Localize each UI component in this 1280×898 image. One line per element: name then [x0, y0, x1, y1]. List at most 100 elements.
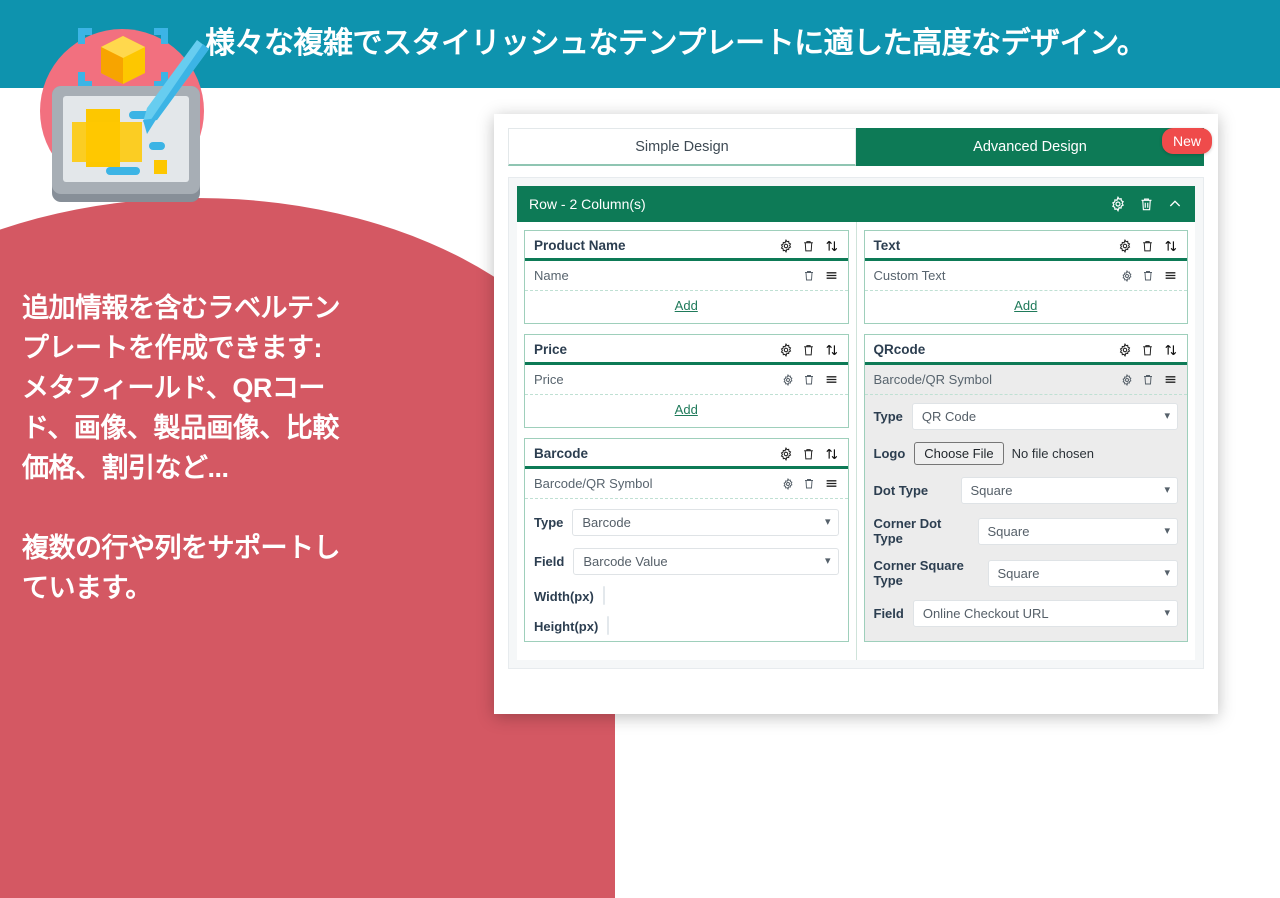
trash-icon[interactable]	[802, 343, 815, 357]
form-row-dot-type: Dot Type Square ▾	[865, 471, 1188, 510]
choose-file-button[interactable]: Choose File	[914, 442, 1004, 465]
drag-handle-icon[interactable]	[824, 477, 839, 490]
select-value: Square	[970, 483, 1013, 498]
trash-icon[interactable]	[803, 269, 815, 282]
card-header: Text	[864, 231, 1187, 261]
sort-icon[interactable]	[824, 343, 839, 357]
add-link[interactable]: Add	[675, 402, 698, 417]
drag-handle-icon[interactable]	[1163, 373, 1178, 386]
corner-dot-type-select[interactable]: Square	[977, 517, 1178, 545]
gear-icon[interactable]	[1121, 373, 1133, 386]
design-tablet-illustration	[34, 14, 224, 210]
field-label: Corner Square Type	[873, 558, 964, 588]
form-row-field: Field Online Checkout URL ▾	[865, 594, 1188, 633]
row-container: Row - 2 Column(s) Product Name Name Add …	[508, 177, 1204, 669]
field-card-barcode: Barcode Barcode/QR Symbol Type Barcode ▾…	[524, 438, 849, 642]
add-link[interactable]: Add	[675, 298, 698, 313]
app-screenshot-card: New Simple Design Advanced Design Row - …	[494, 114, 1218, 714]
trash-icon[interactable]	[1142, 373, 1154, 386]
subfield-row: Price	[525, 365, 848, 395]
field-label: Dot Type	[873, 483, 929, 498]
width-input[interactable]	[602, 586, 605, 605]
card-title: Text	[873, 238, 901, 253]
barcode-form: Type Barcode ▾ Field Barcode Value ▾ Wid…	[525, 499, 848, 641]
chevron-down-icon: ▾	[824, 516, 831, 528]
row-columns: Product Name Name Add Price Price Add Ba…	[517, 222, 1195, 660]
form-row-field: Field Barcode Value ▾	[525, 542, 848, 581]
field-card-price: Price Price Add	[524, 334, 849, 428]
add-row: Add	[525, 291, 848, 323]
corner-square-type-select[interactable]: Square	[987, 559, 1178, 587]
card-title: Barcode	[534, 446, 589, 461]
drag-handle-icon[interactable]	[1163, 269, 1178, 282]
select-value: QR Code	[921, 409, 977, 424]
logo-file-input[interactable]: Choose File No file chosen	[914, 442, 1178, 465]
add-row: Add	[865, 291, 1188, 323]
add-link[interactable]: Add	[1014, 298, 1037, 313]
select-value: Barcode	[582, 515, 631, 530]
desc-line: ド、画像、製品画像、比較	[22, 413, 339, 443]
card-title: Price	[534, 342, 568, 357]
sort-icon[interactable]	[1163, 343, 1178, 357]
field-card-product-name: Product Name Name Add	[524, 230, 849, 324]
gear-icon[interactable]	[779, 342, 793, 357]
field-select[interactable]: Online Checkout URL	[912, 600, 1178, 627]
gear-icon[interactable]	[1121, 269, 1133, 282]
chevron-up-icon[interactable]	[1167, 196, 1183, 212]
field-card-qrcode: QRcode Barcode/QR Symbol Type QR Code ▾ …	[863, 334, 1188, 642]
trash-icon[interactable]	[802, 239, 815, 253]
desc-spacer	[22, 488, 432, 528]
column-right: Text Custom Text Add QRcode Barcode/QR S…	[857, 222, 1196, 660]
gear-icon[interactable]	[1110, 196, 1126, 212]
drag-handle-icon[interactable]	[824, 269, 839, 282]
column-left: Product Name Name Add Price Price Add Ba…	[517, 222, 857, 660]
field-label: Type	[873, 409, 903, 424]
gear-icon[interactable]	[782, 373, 794, 386]
trash-icon[interactable]	[803, 373, 815, 386]
trash-icon[interactable]	[1142, 269, 1154, 282]
form-row-logo: Logo Choose File No file chosen	[865, 436, 1188, 471]
select-value: Barcode Value	[583, 554, 668, 569]
tab-label: Simple Design	[635, 138, 729, 155]
banner-title: 様々な複雑でスタイリッシュなテンプレートに適した高度なデザイン。	[205, 27, 1147, 60]
form-row-type: Type Barcode ▾	[525, 503, 848, 542]
trash-icon[interactable]	[1141, 239, 1154, 253]
gear-icon[interactable]	[779, 238, 793, 253]
dot-type-select[interactable]: Square	[960, 477, 1178, 504]
gear-icon[interactable]	[779, 446, 793, 461]
trash-icon[interactable]	[803, 477, 815, 490]
desc-line: プレートを作成できます:	[22, 333, 323, 363]
field-card-text: Text Custom Text Add	[863, 230, 1188, 324]
card-header: QRcode	[864, 335, 1187, 365]
gear-icon[interactable]	[782, 477, 794, 490]
sort-icon[interactable]	[824, 239, 839, 253]
tab-advanced-design[interactable]: Advanced Design	[856, 128, 1204, 166]
row-title: Row - 2 Column(s)	[529, 196, 646, 212]
trash-icon[interactable]	[1139, 196, 1154, 212]
tab-simple-design[interactable]: Simple Design	[508, 128, 856, 166]
chevron-down-icon: ▾	[1164, 607, 1170, 619]
select-value: Square	[997, 565, 1040, 581]
chevron-down-icon: ▾	[1164, 484, 1170, 496]
gear-icon[interactable]	[1118, 342, 1132, 357]
chevron-down-icon: ▾	[1164, 524, 1170, 537]
type-select[interactable]: Barcode	[572, 509, 839, 536]
trash-icon[interactable]	[802, 447, 815, 461]
chevron-down-icon: ▾	[1164, 566, 1170, 579]
sort-icon[interactable]	[824, 447, 839, 461]
file-name-label: No file chosen	[1011, 446, 1095, 461]
field-select[interactable]: Barcode Value	[573, 548, 839, 575]
desc-line: 複数の行や列をサポートし	[22, 533, 341, 563]
gear-icon[interactable]	[1118, 238, 1132, 253]
type-select[interactable]: QR Code	[911, 403, 1178, 430]
sort-icon[interactable]	[1163, 239, 1178, 253]
card-header: Barcode	[525, 439, 848, 469]
row-header: Row - 2 Column(s)	[517, 186, 1195, 222]
subfield-row: Barcode/QR Symbol	[525, 469, 848, 499]
desc-line: 価格、割引など...	[22, 453, 229, 483]
qrcode-form: Type QR Code ▾ Logo Choose File No file …	[864, 395, 1188, 641]
form-row-corner-dot-type: Corner Dot Type Square ▾	[865, 510, 1188, 552]
trash-icon[interactable]	[1141, 343, 1154, 357]
drag-handle-icon[interactable]	[824, 373, 839, 386]
height-input[interactable]	[607, 616, 610, 635]
